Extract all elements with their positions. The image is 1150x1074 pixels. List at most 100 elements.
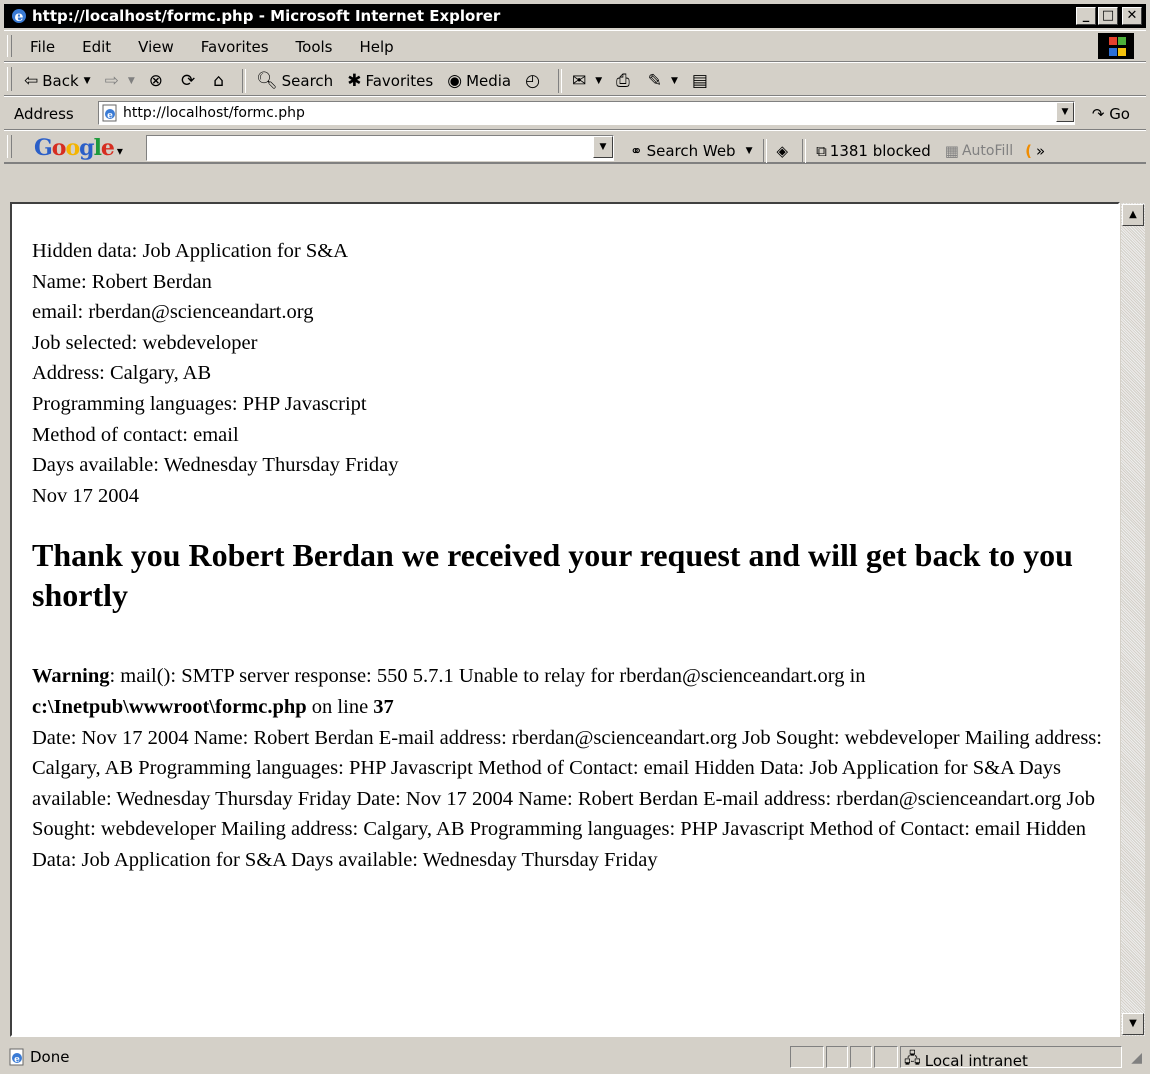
chevron-down-icon[interactable]: ▼ [593,136,613,158]
hidden-data-line: Hidden data: Job Application for S&A [32,240,348,262]
toolbar-separator [762,139,767,163]
page-body: Hidden data: Job Application for S&A Nam… [32,236,1112,876]
warning-label: Warning [32,665,110,688]
close-button[interactable]: ✕ [1122,7,1142,25]
popup-blocked-count[interactable]: 1381 blocked [830,142,931,160]
menu-tools[interactable]: Tools [296,38,333,56]
job-line: Job selected: webdeveloper [32,331,258,354]
document-icon: ▤ [691,71,708,91]
menu-file[interactable]: File [30,38,55,56]
chevron-down-icon[interactable]: ▼ [1056,102,1074,122]
title-bar[interactable]: e http://localhost/formc.php - Microsoft… [4,4,1146,28]
media-button[interactable]: ◉ Media [447,71,511,91]
address-line: Address: Calgary, AB [32,362,212,385]
binoculars-icon: ⚭ [630,142,643,160]
menu-edit[interactable]: Edit [82,38,111,56]
toolbar-overflow-button[interactable]: » [1036,142,1045,160]
ie-logo-icon: e [12,9,26,25]
search-label: Search [281,72,334,90]
toolbar-grip[interactable] [7,135,12,158]
page-done-icon: e [9,1048,24,1066]
favorites-button[interactable]: ✱ Favorites [347,71,433,91]
autofill-button[interactable]: AutoFill [962,143,1013,159]
status-cell [826,1046,848,1068]
history-button[interactable]: ◴ [525,71,544,91]
svg-text:e: e [15,9,24,25]
print-button[interactable]: ⎙ [616,71,634,91]
windows-logo-icon [1098,33,1134,59]
address-url: http://localhost/formc.php [123,105,305,121]
media-icon: ◉ [447,71,463,91]
go-button[interactable]: ↷ Go [1092,105,1130,123]
favorites-star-icon: ✱ [347,71,362,91]
minimize-button[interactable]: _ [1076,7,1096,25]
toolbar-grip[interactable] [7,67,12,91]
address-bar: Address e http://localhost/formc.php ▼ ↷… [4,96,1146,130]
edit-icon: ✎ [647,71,662,91]
google-logo[interactable]: Google ▾ [34,135,123,161]
svg-text:e: e [107,111,113,121]
days-line: Days available: Wednesday Thursday Frida… [32,454,399,477]
warning-file: c:\Inetpub\wwwroot\formc.php [32,695,307,718]
page-content: Hidden data: Job Application for S&A Nam… [10,202,1120,1037]
scroll-up-button[interactable]: ▲ [1122,204,1144,226]
mail-button[interactable]: ✉ ▼ [572,71,602,91]
warning-message: Warning: mail(): SMTP server response: 5… [32,661,1112,722]
menu-bar: File Edit View Favorites Tools Help [4,30,1146,62]
back-button[interactable]: ⇦ Back ▼ [24,71,91,91]
forward-button[interactable]: ⇨ ▼ [105,71,135,91]
menu-view[interactable]: View [138,38,174,56]
chevron-down-icon[interactable]: ▼ [671,76,678,86]
status-cell [874,1046,898,1068]
local-intranet-icon: 🖧 [904,1049,921,1067]
email-body-text: Date: Nov 17 2004 Name: Robert Berdan E-… [32,726,1102,871]
warning-text: : mail(): SMTP server response: 550 5.7.… [109,665,866,688]
maximize-button[interactable]: □ [1098,7,1118,25]
menu-favorites[interactable]: Favorites [201,38,269,56]
home-button[interactable]: ⌂ [213,71,228,91]
google-toolbar: Google ▾ ▼ ⚭ Search Web ▼ ◈ ⧉ 1381 blocke… [4,130,1146,164]
status-text: Done [30,1048,70,1066]
warning-online: on line [306,695,374,718]
chevron-down-icon[interactable]: ▼ [746,146,753,156]
chevron-down-icon[interactable]: ▼ [84,76,91,86]
browser-window: e http://localhost/formc.php - Microsoft… [0,0,1150,1074]
ie-page-icon: e [102,104,117,122]
favorites-label: Favorites [365,72,434,90]
standard-toolbar: ⇦ Back ▼ ⇨ ▼ ⊗ ⟳ ⌂ 🔍︎ Search ✱ Favorites… [4,62,1146,96]
toolbar-separator [557,69,562,93]
back-label: Back [42,72,79,90]
stop-button[interactable]: ⊗ [149,71,167,91]
submitted-data: Hidden data: Job Application for S&A Nam… [32,236,1112,511]
zone-label: Local intranet [924,1051,1028,1070]
pagerank-icon[interactable]: ◈ [777,142,789,160]
google-search-input[interactable]: ▼ [146,135,614,161]
search-icon: 🔍︎ [256,71,278,91]
scroll-down-button[interactable]: ▼ [1122,1013,1144,1035]
warning-line-number: 37 [373,695,394,718]
toolbar-grip[interactable] [7,35,12,57]
chevron-down-icon[interactable]: ▼ [595,76,602,86]
vertical-scrollbar[interactable]: ▲ ▼ [1120,202,1146,1037]
status-bar: e Done 🖧 Local intranet ◢ [4,1044,1146,1072]
refresh-button[interactable]: ⟳ [181,71,199,91]
toolbar-options-icon[interactable]: ( [1025,142,1032,160]
history-icon: ◴ [525,71,540,91]
toolbar-separator [802,139,807,163]
print-icon: ⎙ [616,71,630,91]
address-label: Address [14,105,74,123]
date-line: Nov 17 2004 [32,484,140,507]
search-web-button[interactable]: Search Web [647,142,736,160]
discuss-button[interactable]: ▤ [692,71,712,91]
menu-help[interactable]: Help [360,38,394,56]
search-button[interactable]: 🔍︎ Search [256,71,333,91]
resize-grip-icon[interactable]: ◢ [1131,1050,1142,1066]
chevron-down-icon[interactable]: ▼ [128,76,135,86]
edit-button[interactable]: ✎ ▼ [648,71,678,91]
window-title: http://localhost/formc.php - Microsoft I… [32,7,501,25]
forward-arrow-icon: ⇨ [104,71,119,91]
go-label: Go [1109,105,1130,123]
autofill-icon: ▦ [944,142,959,160]
address-input[interactable]: e http://localhost/formc.php ▼ [98,101,1075,125]
status-cell [850,1046,872,1068]
